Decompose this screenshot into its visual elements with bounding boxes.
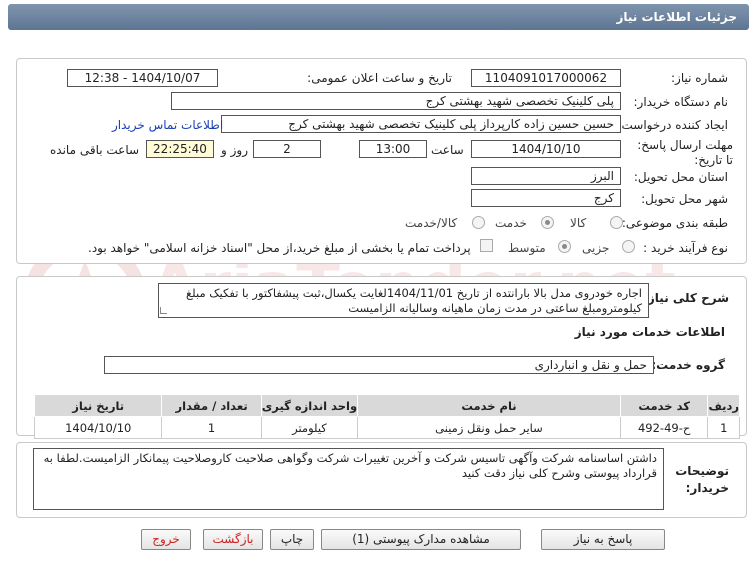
services-section-title: اطلاعات خدمات مورد نیاز — [574, 325, 725, 339]
category-radio-service[interactable] — [541, 216, 554, 229]
cell-service-code: ح-49-492 — [619, 416, 709, 439]
page-header: جزئیات اطلاعات نیاز — [8, 4, 749, 30]
process-radio-minor[interactable] — [622, 240, 635, 253]
col-header-row-number: ردیف — [707, 394, 740, 417]
table-row: 1 ح-49-492 سایر حمل ونقل زمینی کیلومتر 1… — [33, 416, 740, 439]
service-group-label: گروه خدمت: — [651, 358, 725, 372]
creator-label: ایجاد کننده درخواست: — [617, 118, 728, 132]
cell-service-name: سایر حمل ونقل زمینی — [357, 416, 621, 439]
col-header-need-date: تاریخ نیاز — [33, 394, 163, 417]
payment-note: پرداخت تمام یا بخشی از مبلغ خرید،از محل … — [88, 241, 471, 255]
description-resize-icon[interactable] — [160, 307, 167, 314]
process-option-medium: متوسط — [508, 241, 546, 255]
announce-label: تاریخ و ساعت اعلان عمومی: — [307, 71, 452, 85]
deadline-label: مهلت ارسال پاسخ: تا تاریخ: — [637, 138, 733, 167]
col-header-unit: واحد اندازه گیری — [260, 394, 359, 417]
province-label: استان محل تحویل: — [633, 170, 728, 184]
print-button[interactable]: چاپ — [270, 529, 314, 550]
creator-field: حسین حسین زاده کارپرداز پلی کلینیک تخصصی… — [221, 115, 621, 133]
buyer-org-label: نام دستگاه خریدار: — [633, 95, 729, 109]
process-radio-medium[interactable] — [558, 240, 571, 253]
category-option-goods-service: کالا/خدمت — [405, 216, 458, 230]
city-label: شهر محل تحویل: — [641, 192, 728, 206]
reply-button[interactable]: پاسخ به نیاز — [541, 529, 665, 550]
description-label: شرح کلی نیاز: — [643, 291, 729, 305]
back-button[interactable]: بازگشت — [203, 529, 263, 550]
service-group-field: حمل و نقل و انبارداری — [104, 356, 654, 374]
days-label: روز و — [221, 143, 248, 157]
remaining-time-field: 22:25:40 — [146, 140, 214, 158]
province-field: البرز — [471, 167, 621, 185]
days-field: 2 — [253, 140, 321, 158]
col-header-quantity: تعداد / مقدار — [161, 394, 262, 417]
need-number-field: 1104091017000062 — [471, 69, 621, 87]
deadline-time-label: ساعت — [431, 143, 464, 157]
deadline-time-field: 13:00 — [359, 140, 427, 158]
remaining-time-label: ساعت باقی مانده — [50, 143, 140, 157]
category-radio-goods-service[interactable] — [472, 216, 485, 229]
services-table: ردیف کد خدمت نام خدمت واحد اندازه گیری ت… — [33, 394, 740, 439]
deadline-date-field: 1404/10/10 — [471, 140, 621, 158]
cell-unit: کیلومتر — [260, 416, 359, 439]
buyer-notes-text: داشتن اساسنامه شرکت وآگهی تاسیس شرکت و آ… — [33, 448, 664, 510]
category-label: طبقه بندی موضوعی: — [621, 216, 728, 230]
cell-need-date: 1404/10/10 — [33, 416, 163, 439]
table-header-row: ردیف کد خدمت نام خدمت واحد اندازه گیری ت… — [33, 394, 740, 417]
cell-quantity: 1 — [161, 416, 262, 439]
attachments-button[interactable]: مشاهده مدارک پیوستی (1) — [321, 529, 521, 550]
category-option-goods: کالا — [570, 216, 587, 230]
category-option-service: خدمت — [495, 216, 527, 230]
process-option-minor: جزیی — [582, 241, 610, 255]
buyer-org-field: پلی کلینیک تخصصی شهید بهشتی کرج — [171, 92, 621, 110]
col-header-service-name: نام خدمت — [357, 394, 621, 417]
treasury-checkbox[interactable] — [480, 239, 493, 252]
category-radio-goods[interactable] — [610, 216, 623, 229]
contact-buyer-link[interactable]: اطلاعات تماس خریدار — [112, 118, 223, 132]
announce-field: 1404/10/07 - 12:38 — [67, 69, 218, 87]
cell-row-number: 1 — [707, 416, 740, 439]
buyer-notes-label: توضیحات خریدار: — [675, 464, 729, 495]
city-field: کرج — [471, 189, 621, 207]
exit-button[interactable]: خروج — [141, 529, 191, 550]
process-label: نوع فرآیند خرید : — [643, 241, 728, 255]
need-number-label: شماره نیاز: — [671, 71, 728, 85]
description-text: اجاره خودروی مدل بالا بارانتده از تاریخ … — [158, 283, 649, 318]
page-title: جزئیات اطلاعات نیاز — [616, 10, 737, 24]
col-header-service-code: کد خدمت — [619, 394, 709, 417]
